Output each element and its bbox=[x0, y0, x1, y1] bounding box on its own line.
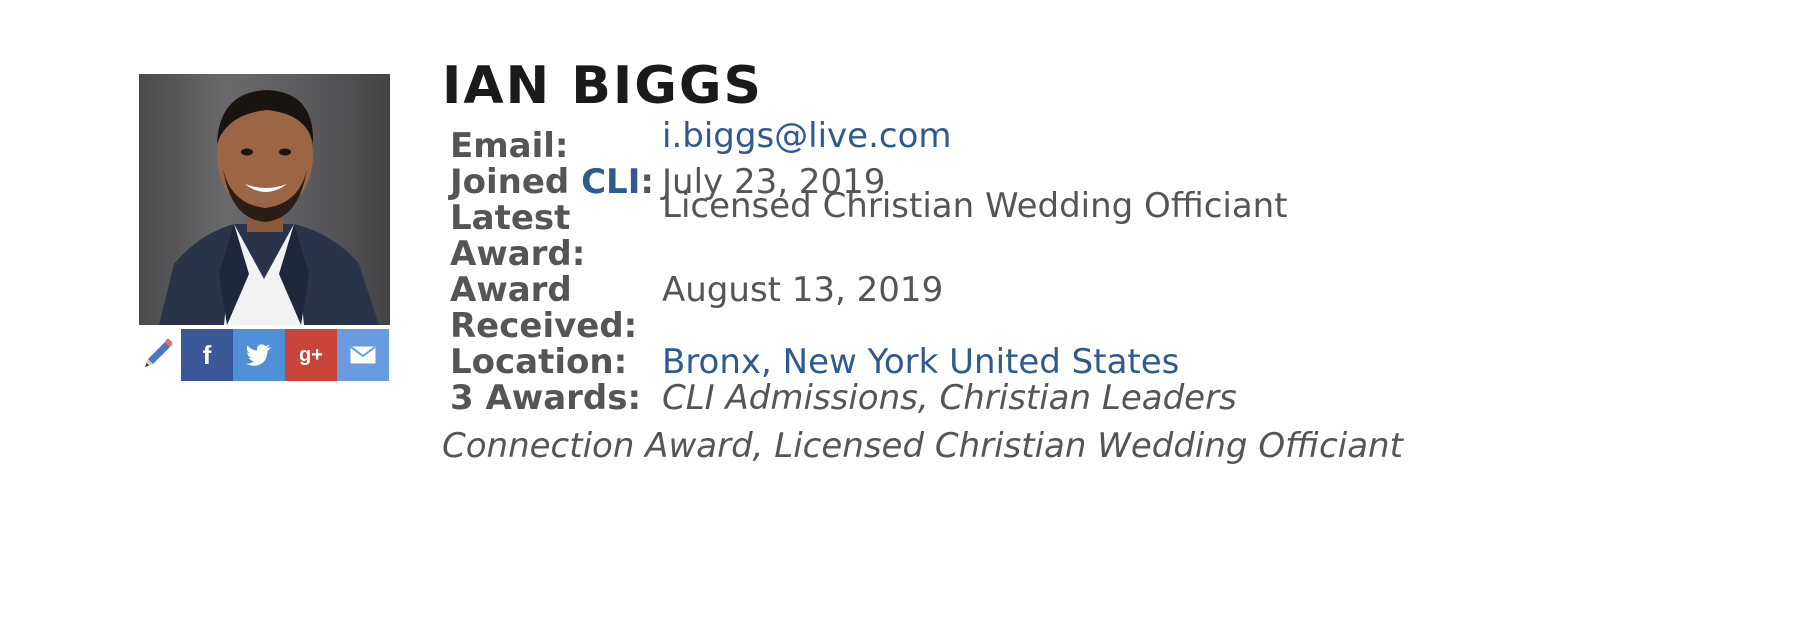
profile-photo bbox=[139, 74, 390, 325]
twitter-icon bbox=[246, 344, 271, 366]
cli-link[interactable]: CLI bbox=[581, 162, 640, 202]
location-row: Location: Bronx, New York United States bbox=[450, 344, 1288, 380]
profile-info-table: Email: i.biggs@live.com Joined CLI: July… bbox=[450, 118, 1288, 416]
award-received-value: August 13, 2019 bbox=[662, 270, 944, 310]
award-received-row: Award Received: August 13, 2019 bbox=[450, 272, 1288, 344]
awards-value-continued: Connection Award, Licensed Christian Wed… bbox=[442, 426, 1403, 466]
envelope-icon bbox=[350, 346, 376, 364]
joined-label: Joined CLI: bbox=[450, 162, 654, 202]
awards-row: 3 Awards: CLI Admissions, Christian Lead… bbox=[450, 380, 1288, 416]
twitter-share-button[interactable] bbox=[233, 329, 285, 381]
email-link[interactable]: i.biggs@live.com bbox=[662, 116, 952, 156]
pencil-icon[interactable] bbox=[139, 337, 175, 373]
email-share-button[interactable] bbox=[337, 329, 389, 381]
googleplus-share-button[interactable]: g+ bbox=[285, 329, 337, 381]
latest-award-label: Latest Award: bbox=[450, 198, 586, 274]
profile-name: IAN BIGGS bbox=[442, 56, 764, 116]
googleplus-icon: g+ bbox=[299, 343, 323, 366]
facebook-share-button[interactable]: f bbox=[181, 329, 233, 381]
person-photo-illustration bbox=[159, 90, 379, 325]
share-buttons: f g+ bbox=[181, 329, 389, 381]
profile-details: IAN BIGGS Email: i.biggs@live.com Joined… bbox=[442, 50, 1742, 464]
share-bar: f g+ bbox=[139, 329, 390, 381]
email-row: Email: i.biggs@live.com bbox=[450, 118, 1288, 166]
award-received-label: Award Received: bbox=[450, 270, 638, 346]
location-link[interactable]: Bronx, New York United States bbox=[662, 342, 1179, 382]
latest-award-row: Latest Award: Licensed Christian Wedding … bbox=[450, 188, 1288, 274]
awards-value: CLI Admissions, Christian Leaders bbox=[662, 378, 1237, 418]
awards-label: 3 Awards: bbox=[450, 378, 642, 418]
latest-award-value: Licensed Christian Wedding Officiant bbox=[662, 186, 1288, 226]
profile-sidebar: f g+ bbox=[139, 74, 390, 381]
location-label: Location: bbox=[450, 342, 628, 382]
email-label: Email: bbox=[450, 126, 569, 166]
facebook-icon: f bbox=[202, 339, 212, 370]
